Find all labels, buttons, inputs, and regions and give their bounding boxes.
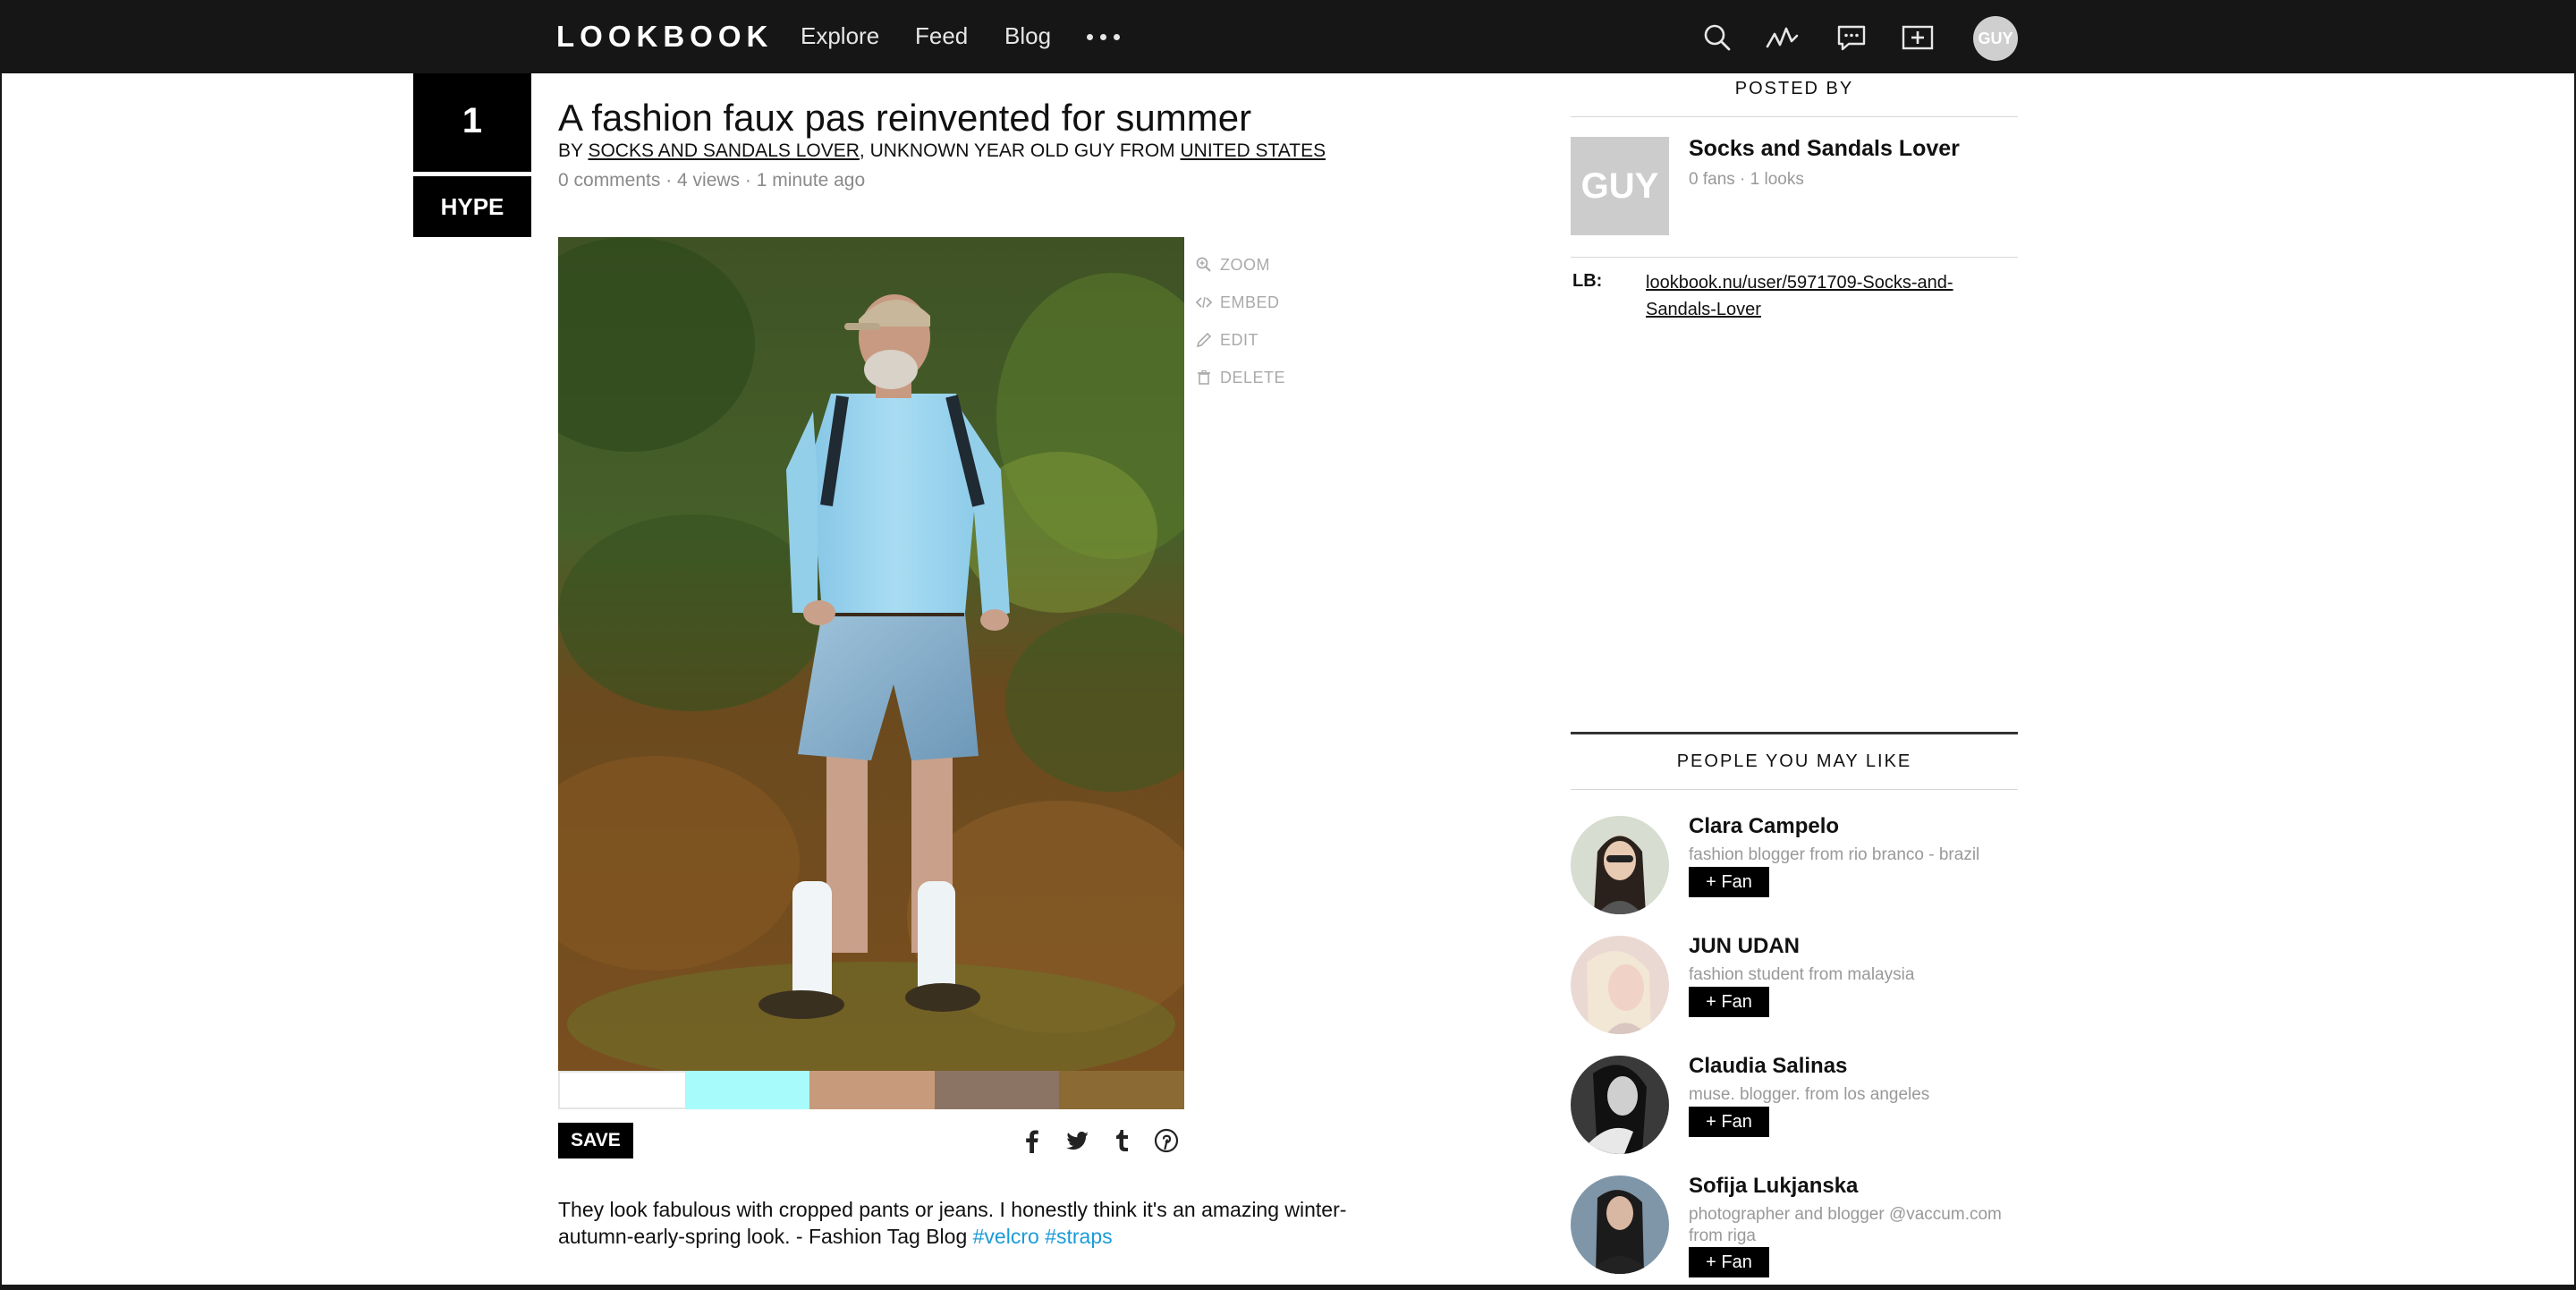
palette-swatch[interactable] (1059, 1071, 1184, 1109)
palette-swatch[interactable] (558, 1071, 685, 1109)
country-link[interactable]: UNITED STATES (1181, 140, 1326, 161)
fan-button[interactable]: + Fan (1689, 867, 1769, 897)
zoom-label: ZOOM (1220, 255, 1270, 274)
nav-explore-link[interactable]: Explore (801, 22, 879, 50)
description-text: They look fabulous with cropped pants or… (558, 1198, 1347, 1248)
profile-url-link[interactable]: lookbook.nu/user/5971709-Socks-and-Sanda… (1646, 269, 1986, 323)
person-name-link[interactable]: Claudia Salinas (1689, 1054, 1847, 1079)
poster-name-link[interactable]: Socks and Sandals Lover (1689, 136, 1960, 162)
tumblr-icon[interactable] (1107, 1126, 1136, 1155)
author-link[interactable]: SOCKS AND SANDALS LOVER (588, 140, 859, 161)
top-navigation-bar: LOOKBOOK Explore Feed Blog GUY (0, 0, 2576, 73)
embed-action[interactable]: EMBED (1195, 284, 1285, 321)
facebook-icon[interactable] (1018, 1126, 1046, 1155)
pencil-icon (1195, 331, 1213, 349)
palette-swatch[interactable] (934, 1071, 1060, 1109)
person-description: muse. blogger. from los angeles (1689, 1085, 1930, 1104)
people-you-may-like-heading: PEOPLE YOU MAY LIKE (1676, 751, 1912, 771)
look-description: They look fabulous with cropped pants or… (558, 1196, 1399, 1250)
look-meta: 0 comments · 4 views · 1 minute ago (558, 170, 866, 191)
suggested-person: Sofija Lukjanska photographer and blogge… (1571, 1174, 2018, 1283)
look-title: A fashion faux pas reinvented for summer (558, 97, 1252, 139)
section-divider (1571, 732, 2018, 734)
person-description: fashion student from malaysia (1689, 965, 1915, 984)
pinterest-icon[interactable] (1152, 1126, 1181, 1155)
hashtag-link[interactable]: #straps (1045, 1225, 1112, 1248)
byline-prefix: BY (558, 140, 589, 161)
lookbook-logo[interactable]: LOOKBOOK (556, 20, 773, 54)
fan-button[interactable]: + Fan (1689, 1247, 1769, 1277)
person-name-link[interactable]: Sofija Lukjanska (1689, 1174, 1858, 1199)
person-description: photographer and blogger @vaccum.com fro… (1689, 1205, 2002, 1245)
window-frame-left (0, 73, 2, 1290)
edit-label: EDIT (1220, 330, 1259, 349)
person-avatar[interactable] (1571, 936, 1669, 1034)
posted-by-heading: POSTED BY (1734, 79, 1854, 98)
trash-icon (1195, 369, 1213, 386)
divider (1571, 116, 2018, 117)
suggested-person: Clara Campelo fashion blogger from rio b… (1571, 814, 2018, 923)
person-name-link[interactable]: JUN UDAN (1689, 934, 1800, 959)
suggested-person: JUN UDAN fashion student from malaysia +… (1571, 934, 2018, 1043)
divider (1571, 789, 2018, 790)
delete-label: DELETE (1220, 368, 1286, 386)
messages-icon[interactable] (1834, 20, 1869, 55)
palette-swatch[interactable] (809, 1071, 935, 1109)
look-photo[interactable] (558, 237, 1184, 1071)
hype-count: 1 (413, 73, 531, 172)
suggested-person: Claudia Salinas muse. blogger. from los … (1571, 1054, 2018, 1163)
code-icon (1195, 293, 1213, 311)
edit-action[interactable]: EDIT (1195, 321, 1285, 359)
person-avatar[interactable] (1571, 1175, 1669, 1274)
hashtag-link[interactable]: #velcro (973, 1225, 1039, 1248)
color-palette (558, 1071, 1184, 1109)
divider (1571, 257, 2018, 258)
lb-label: LB: (1572, 271, 1603, 291)
embed-label: EMBED (1220, 293, 1280, 311)
nav-feed-link[interactable]: Feed (915, 22, 968, 50)
palette-swatch[interactable] (684, 1071, 810, 1109)
look-byline: BY SOCKS AND SANDALS LOVER, UNKNOWN YEAR… (558, 140, 1326, 162)
search-icon[interactable] (1699, 20, 1735, 55)
poster-thumbnail[interactable]: GUY (1571, 137, 1669, 235)
window-frame-bottom (0, 1285, 2576, 1290)
twitter-icon[interactable] (1063, 1126, 1091, 1155)
zoom-action[interactable]: ZOOM (1195, 246, 1285, 284)
hype-button[interactable]: HYPE (413, 176, 531, 237)
activity-icon[interactable] (1764, 20, 1800, 55)
person-avatar[interactable] (1571, 816, 1669, 914)
person-name-link[interactable]: Clara Campelo (1689, 814, 1839, 839)
byline-middle: , UNKNOWN YEAR OLD GUY FROM (859, 140, 1181, 161)
more-menu-icon[interactable] (1087, 34, 1123, 41)
delete-action[interactable]: DELETE (1195, 359, 1285, 396)
user-avatar[interactable]: GUY (1973, 16, 2018, 61)
look-actions: ZOOM EMBED EDIT DELETE (1195, 246, 1285, 396)
zoom-icon (1195, 256, 1213, 274)
save-button[interactable]: SAVE (558, 1123, 633, 1158)
nav-blog-link[interactable]: Blog (1004, 22, 1051, 50)
add-look-icon[interactable] (1900, 20, 1936, 55)
person-avatar[interactable] (1571, 1056, 1669, 1154)
poster-stats: 0 fans · 1 looks (1689, 170, 1804, 189)
person-description: fashion blogger from rio branco - brazil (1689, 845, 1980, 864)
fan-button[interactable]: + Fan (1689, 1107, 1769, 1137)
fan-button[interactable]: + Fan (1689, 987, 1769, 1017)
